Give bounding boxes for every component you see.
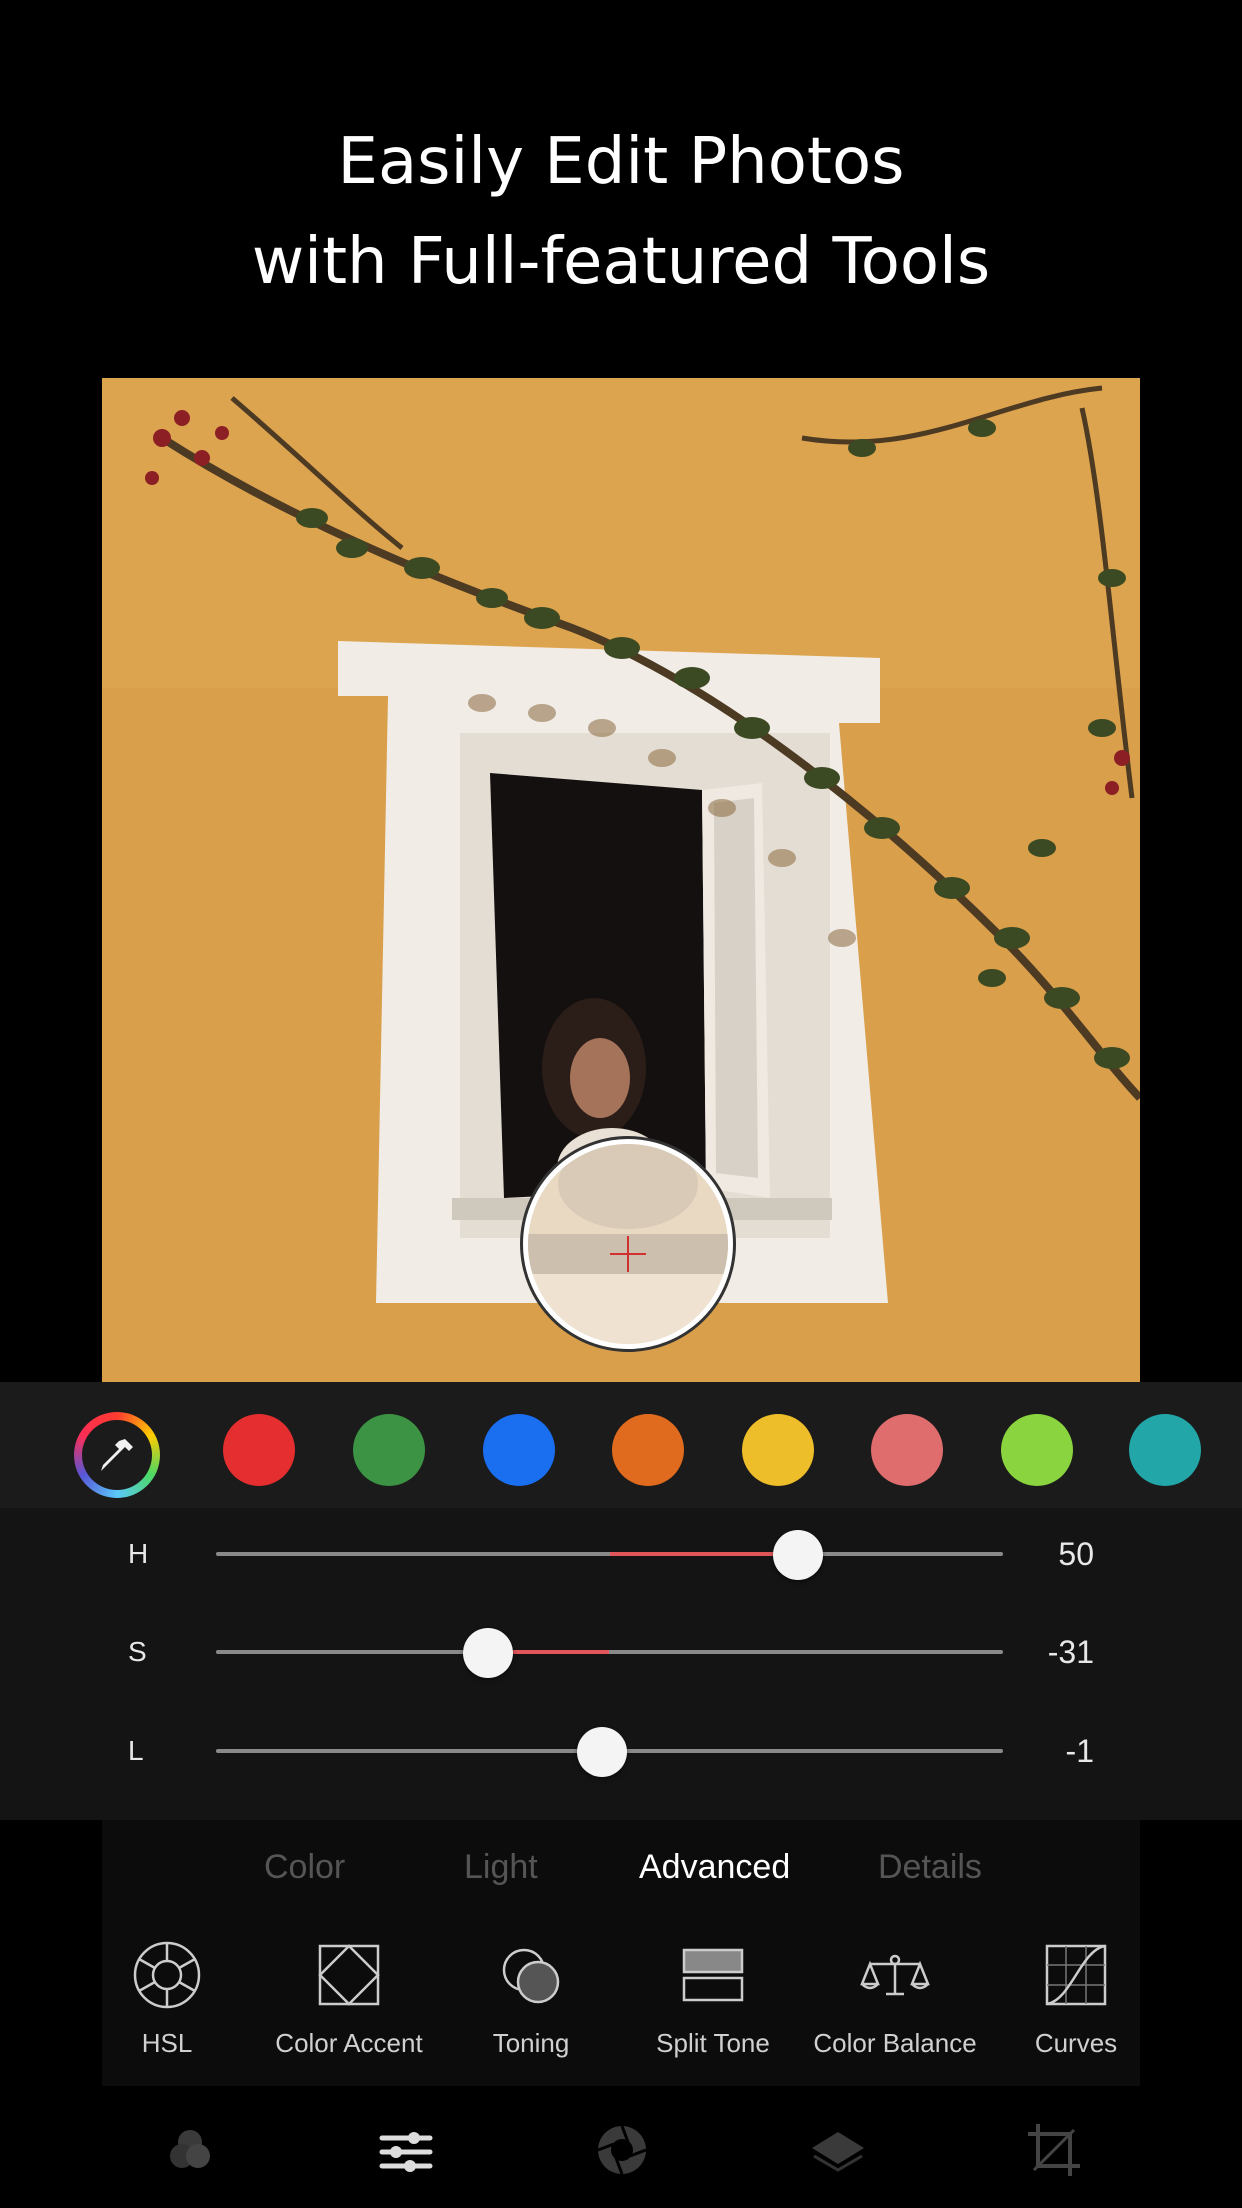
saturation-slider[interactable]: S -31 <box>0 1622 1242 1682</box>
curves-icon <box>1045 1944 1107 2006</box>
tool-label-curves: Curves <box>1034 2028 1118 2058</box>
swatch-teal[interactable] <box>1129 1414 1201 1486</box>
balance-scale-icon <box>860 1954 930 1996</box>
tool-split-tone[interactable]: Split Tone <box>622 1940 804 2059</box>
swatch-red[interactable] <box>223 1414 295 1486</box>
swatch-yellow[interactable] <box>742 1414 814 1486</box>
swatch-blue[interactable] <box>483 1414 555 1486</box>
adjust-sliders-icon[interactable] <box>376 2120 436 2180</box>
tool-row: HSL Color Accent Toning Split Tone Color… <box>102 1912 1140 2086</box>
layers-icon[interactable] <box>808 2120 868 2180</box>
tool-label-split-tone: Split Tone <box>656 2028 770 2058</box>
tab-light[interactable]: Light <box>464 1848 538 1887</box>
saturation-label: S <box>128 1636 147 1667</box>
swatch-orange[interactable] <box>612 1414 684 1486</box>
hue-value: 50 <box>1058 1536 1094 1572</box>
bottom-nav <box>0 2086 1242 2208</box>
lightness-value: -1 <box>1065 1733 1094 1769</box>
tool-hsl[interactable]: HSL <box>76 1940 258 2059</box>
headline-line-2: with Full-featured Tools <box>251 225 991 299</box>
tool-label-color-accent: Color Accent <box>275 2028 423 2058</box>
tab-advanced[interactable]: Advanced <box>639 1848 790 1887</box>
swatch-green[interactable] <box>353 1414 425 1486</box>
eyedropper-icon <box>101 1439 133 1471</box>
headline-line-1: Easily Edit Photos <box>337 125 905 199</box>
hsl-slider-panel: H 50 S -31 L -1 <box>0 1508 1242 1820</box>
category-tabs: Color Light Advanced Details <box>102 1820 1140 1912</box>
color-picker-loupe[interactable] <box>523 1139 733 1349</box>
tab-color[interactable]: Color <box>264 1848 345 1887</box>
toning-icon <box>502 1948 560 2004</box>
lightness-thumb[interactable] <box>576 1727 627 1777</box>
lightness-label: L <box>128 1735 144 1766</box>
color-accent-icon <box>318 1944 380 2006</box>
eyedropper-button[interactable] <box>74 1412 160 1498</box>
saturation-thumb[interactable] <box>462 1628 513 1678</box>
tool-toning[interactable]: Toning <box>440 1940 622 2059</box>
headline: Easily Edit Photos with Full-featured To… <box>0 112 1242 312</box>
hue-fill <box>609 1552 799 1556</box>
hue-thumb[interactable] <box>773 1530 824 1580</box>
tool-label-hsl: HSL <box>141 2028 193 2058</box>
split-tone-icon <box>682 1948 744 2002</box>
hue-slider[interactable]: H 50 <box>0 1524 1242 1584</box>
tool-label-toning: Toning <box>492 2028 570 2058</box>
tab-details[interactable]: Details <box>878 1848 982 1887</box>
swatch-lime[interactable] <box>1001 1414 1073 1486</box>
hue-label: H <box>128 1538 149 1569</box>
aperture-icon[interactable] <box>592 2120 652 2180</box>
crosshair-icon <box>528 1144 728 1344</box>
color-swatch-row <box>0 1382 1242 1508</box>
crop-icon[interactable] <box>1024 2120 1084 2180</box>
filters-icon[interactable] <box>160 2120 220 2180</box>
hsl-wheel-icon <box>133 1941 201 2009</box>
lightness-slider[interactable]: L -1 <box>0 1721 1242 1781</box>
tool-label-color-balance: Color Balance <box>813 2028 977 2058</box>
tool-color-balance[interactable]: Color Balance <box>804 1940 986 2059</box>
tool-curves[interactable]: Curves <box>985 1940 1167 2059</box>
saturation-track[interactable] <box>216 1650 1003 1654</box>
tool-color-accent[interactable]: Color Accent <box>258 1940 440 2059</box>
swatch-pink[interactable] <box>871 1414 943 1486</box>
saturation-value: -31 <box>1047 1634 1094 1670</box>
